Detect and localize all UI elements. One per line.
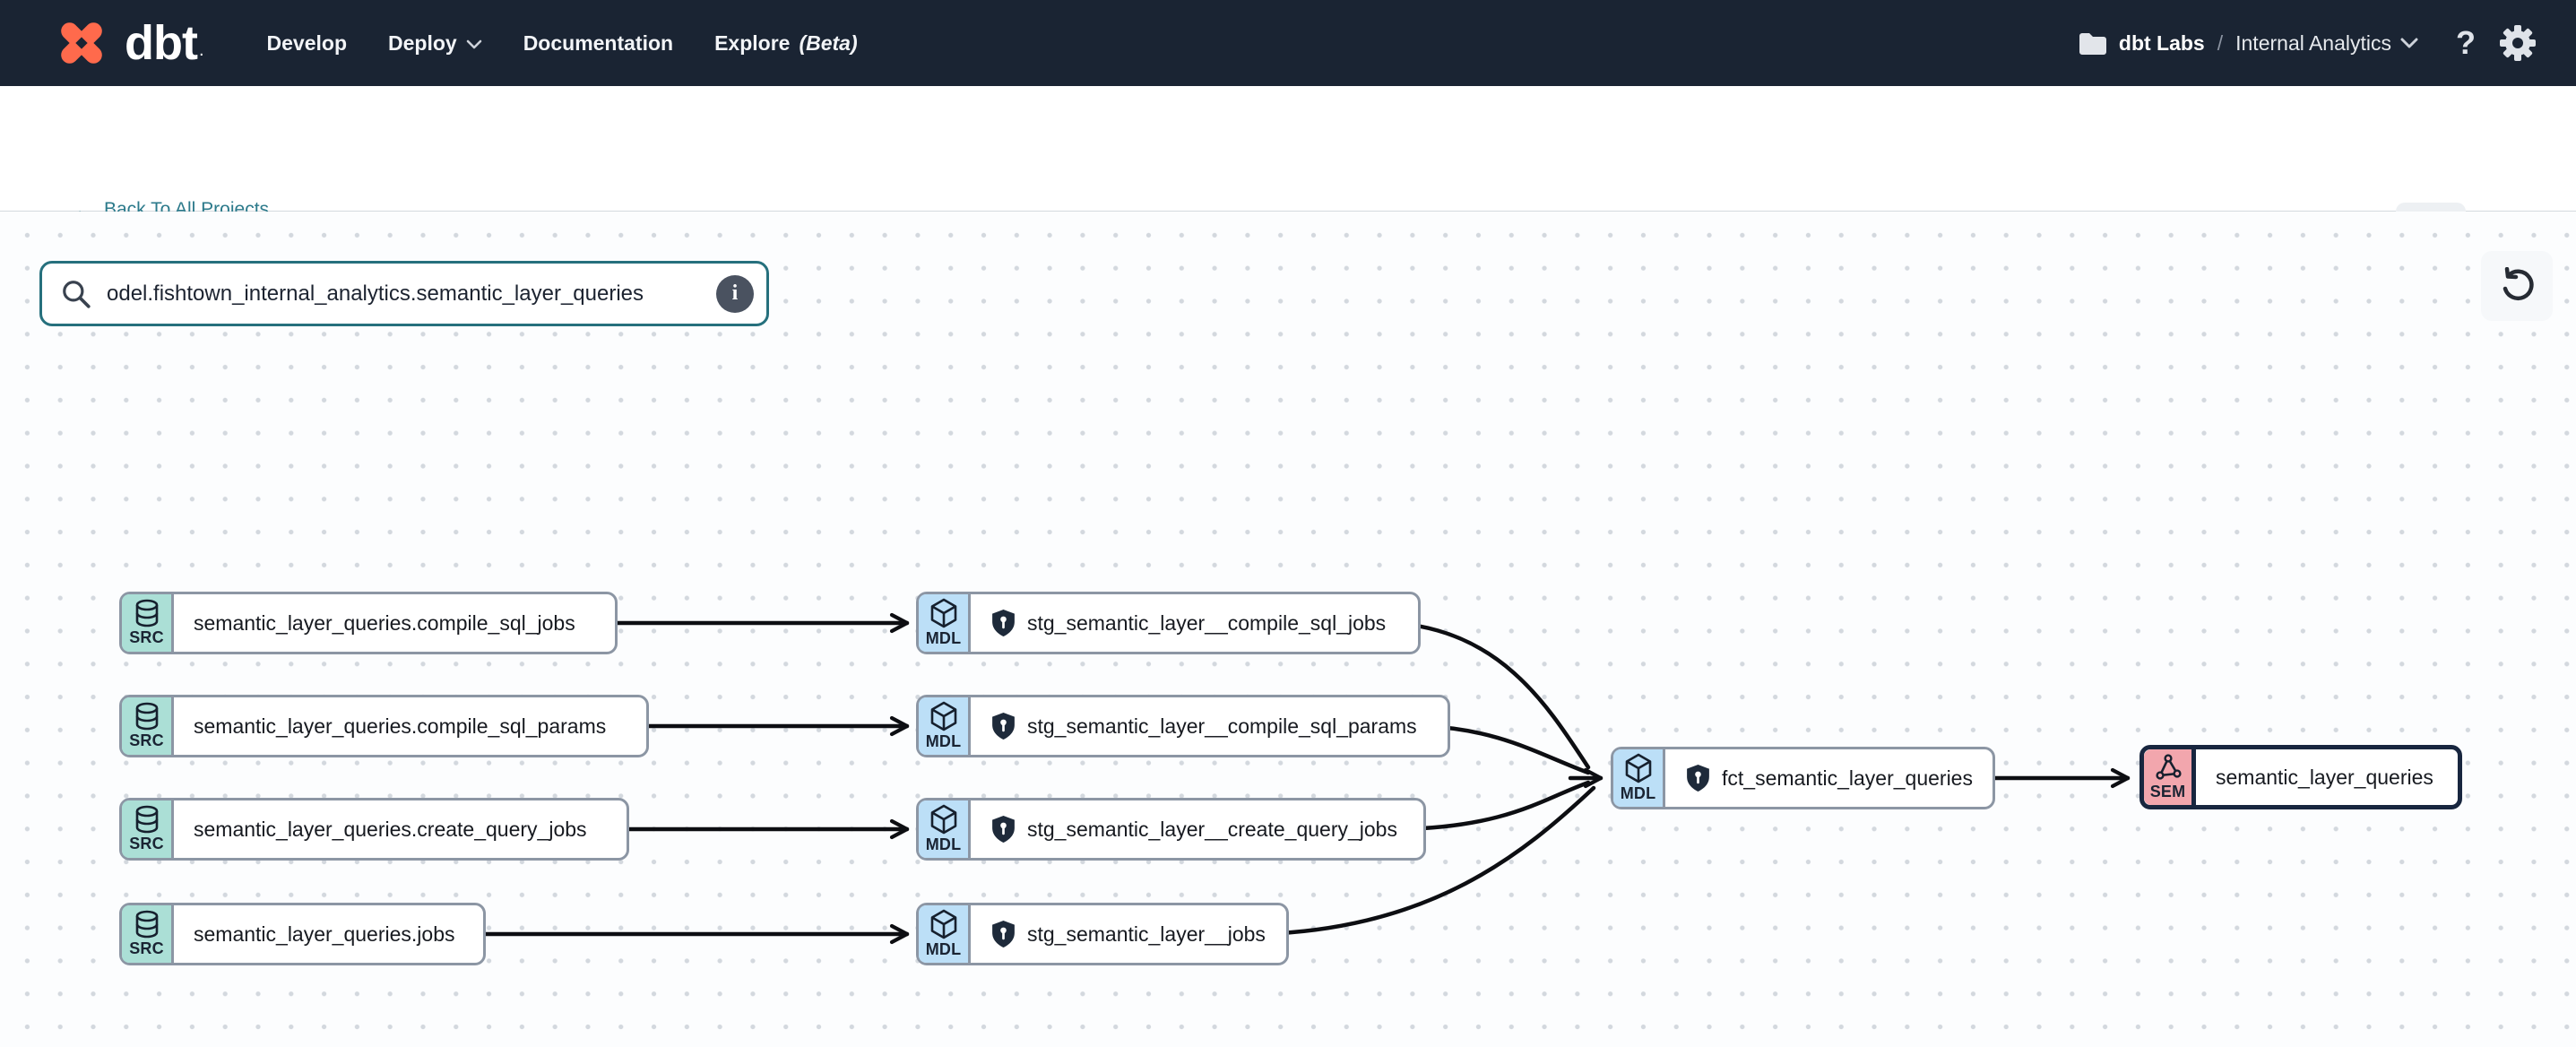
breadcrumb-org[interactable]: dbt Labs (2078, 30, 2205, 56)
node-badge-src: SRC (122, 905, 174, 963)
node-label: semantic_layer_queries (2216, 766, 2433, 790)
reset-icon (2498, 267, 2536, 305)
contract-shield-icon (990, 609, 1016, 637)
database-icon (134, 910, 160, 939)
contract-shield-icon (990, 815, 1016, 844)
navbar-right: dbt Labs / Internal Analytics ? (2078, 24, 2537, 62)
edge-mdl3-fct (1400, 783, 1588, 829)
node-body: fct_semantic_layer_queries (1665, 749, 1993, 807)
contract-shield-icon (1685, 764, 1711, 792)
project-selector[interactable]: Internal Analytics (2235, 31, 2418, 56)
project-header: ← Back To All Projects Internal Analytic… (0, 86, 2576, 212)
chevron-down-icon (2400, 38, 2418, 49)
node-badge-mdl: MDL (919, 697, 971, 755)
node-badge-mdl: MDL (919, 905, 971, 963)
node-label: stg_semantic_layer__compile_sql_params (1027, 714, 1417, 739)
breadcrumb-separator: / (2217, 31, 2223, 56)
dbt-logo[interactable]: dbt . (51, 13, 204, 74)
node-label: semantic_layer_queries.jobs (194, 922, 455, 947)
lineage-node-src4[interactable]: SRC semantic_layer_queries.jobs (119, 903, 486, 965)
lineage-node-src3[interactable]: SRC semantic_layer_queries.create_query_j… (119, 798, 629, 861)
reset-view-button[interactable] (2481, 251, 2553, 321)
lineage-node-src1[interactable]: SRC semantic_layer_queries.compile_sql_jo… (119, 592, 618, 654)
node-label: semantic_layer_queries.compile_sql_jobs (194, 611, 575, 636)
nav-link-develop[interactable]: Develop (267, 31, 347, 56)
node-badge-label: SRC (129, 835, 164, 853)
lineage-node-fct[interactable]: MDL fct_semantic_layer_queries (1611, 747, 1995, 809)
search-icon (60, 278, 92, 310)
chevron-down-icon (466, 39, 482, 50)
lineage-node-mdl1[interactable]: MDL stg_semantic_layer__compile_sql_jobs (916, 592, 1421, 654)
node-body: semantic_layer_queries (2196, 749, 2453, 805)
node-body: stg_semantic_layer__create_query_jobs (971, 800, 1417, 858)
node-badge-label: SRC (129, 731, 164, 750)
top-navbar: dbt . Develop Deploy Documentation Explore(… (0, 0, 2576, 86)
node-badge-mdl: MDL (919, 594, 971, 652)
node-body: stg_semantic_layer__jobs (971, 905, 1285, 963)
database-icon (134, 599, 160, 627)
node-body: semantic_layer_queries.jobs (174, 905, 475, 963)
node-label: fct_semantic_layer_queries (1722, 766, 1973, 791)
node-body: semantic_layer_queries.create_query_jobs (174, 800, 607, 858)
node-badge-label: MDL (1621, 784, 1656, 803)
semantic-model-icon (2154, 753, 2183, 782)
breadcrumb: dbt Labs / Internal Analytics (2078, 30, 2418, 56)
node-badge-label: MDL (926, 940, 962, 959)
node-body: stg_semantic_layer__compile_sql_jobs (971, 594, 1405, 652)
nav-link-explore[interactable]: Explore(Beta) (714, 31, 858, 56)
gear-icon (2499, 24, 2537, 62)
dbt-logo-text: dbt (125, 15, 197, 71)
node-label: semantic_layer_queries.compile_sql_param… (194, 714, 606, 739)
cube-icon (929, 804, 958, 835)
node-body: stg_semantic_layer__compile_sql_params (971, 697, 1437, 755)
lineage-node-mdl3[interactable]: MDL stg_semantic_layer__create_query_jobs (916, 798, 1426, 861)
lineage-node-src2[interactable]: SRC semantic_layer_queries.compile_sql_pa… (119, 695, 649, 757)
node-badge-label: SRC (129, 628, 164, 647)
node-badge-label: SRC (129, 939, 164, 958)
cube-icon (929, 701, 958, 731)
node-badge-mdl: MDL (1613, 749, 1665, 807)
lineage-node-sem[interactable]: SEM semantic_layer_queries (2139, 745, 2462, 809)
lineage-node-mdl2[interactable]: MDL stg_semantic_layer__compile_sql_param… (916, 695, 1450, 757)
folder-icon (2078, 30, 2108, 56)
node-label: stg_semantic_layer__create_query_jobs (1027, 818, 1397, 842)
cube-icon (929, 909, 958, 939)
node-badge-sem: SEM (2144, 749, 2196, 805)
settings-button[interactable] (2499, 24, 2537, 62)
lineage-search-input[interactable]: odel.fishtown_internal_analytics.semanti… (39, 261, 769, 326)
cube-icon (1624, 753, 1653, 783)
dbt-logo-icon (51, 13, 112, 74)
node-body: semantic_layer_queries.compile_sql_jobs (174, 594, 595, 652)
contract-shield-icon (990, 712, 1016, 740)
node-body: semantic_layer_queries.compile_sql_param… (174, 697, 626, 755)
help-button[interactable]: ? (2456, 27, 2476, 59)
node-badge-label: SEM (2150, 783, 2186, 801)
lineage-node-mdl4[interactable]: MDL stg_semantic_layer__jobs (916, 903, 1289, 965)
node-badge-mdl: MDL (919, 800, 971, 858)
search-value: odel.fishtown_internal_analytics.semanti… (107, 281, 716, 307)
dbt-explorer-page: dbt . Develop Deploy Documentation Explore(… (0, 0, 2576, 1047)
dbt-logo-dot: . (199, 40, 204, 61)
search-info-icon[interactable]: i (716, 275, 754, 313)
database-icon (134, 702, 160, 731)
node-badge-src: SRC (122, 594, 174, 652)
primary-nav: Develop Deploy Documentation Explore(Beta) (267, 31, 858, 56)
node-label: stg_semantic_layer__jobs (1027, 922, 1266, 947)
node-badge-label: MDL (926, 835, 962, 854)
nav-link-documentation[interactable]: Documentation (523, 31, 673, 56)
database-icon (134, 805, 160, 834)
lineage-canvas[interactable]: odel.fishtown_internal_analytics.semanti… (0, 212, 2576, 1047)
node-label: semantic_layer_queries.create_query_jobs (194, 818, 587, 842)
node-badge-label: MDL (926, 629, 962, 648)
contract-shield-icon (990, 920, 1016, 948)
node-badge-src: SRC (122, 800, 174, 858)
cube-icon (929, 598, 958, 628)
node-badge-label: MDL (926, 732, 962, 751)
node-badge-src: SRC (122, 697, 174, 755)
node-label: stg_semantic_layer__compile_sql_jobs (1027, 611, 1386, 636)
nav-link-deploy[interactable]: Deploy (388, 31, 482, 56)
beta-tag: (Beta) (799, 31, 857, 56)
